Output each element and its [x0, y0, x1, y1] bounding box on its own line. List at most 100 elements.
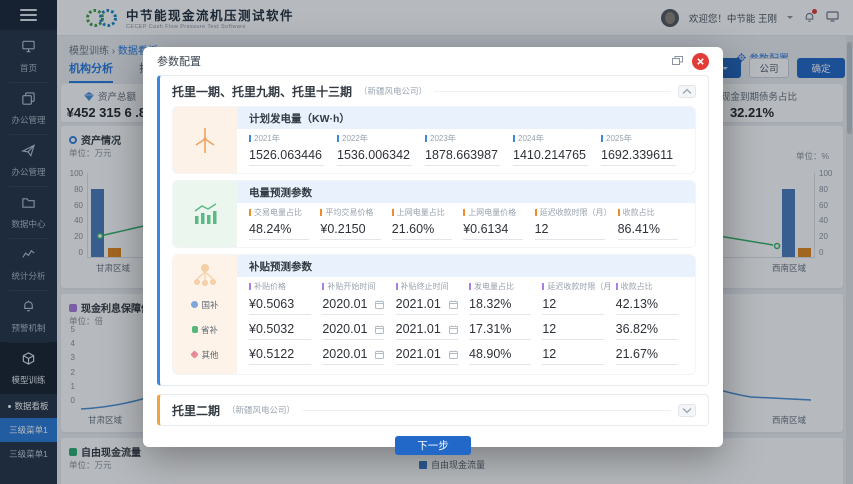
- field-value-input[interactable]: 18.32%: [469, 295, 531, 315]
- param-field: 收款占比 86.41%: [618, 207, 683, 240]
- field-label: 上网电量占比: [397, 207, 445, 218]
- divider: [434, 91, 671, 92]
- field-value-input[interactable]: ¥0.2150: [320, 220, 380, 240]
- field-value-input[interactable]: 1410.214765: [513, 146, 588, 166]
- column-header: 补贴终止时间: [401, 281, 449, 292]
- restore-icon: [672, 56, 683, 65]
- param-field: 2025年 1692.339611: [601, 133, 683, 166]
- project-section-2: 托里二期 （新疆风电公司）: [157, 394, 709, 426]
- date-picker-input[interactable]: 2021.01: [396, 295, 458, 315]
- subsidy-row-label-national: 国补: [191, 292, 218, 317]
- field-value-input[interactable]: 21.67%: [616, 345, 678, 365]
- field-value-input[interactable]: 86.41%: [618, 220, 678, 240]
- column-header: 补贴价格: [254, 281, 286, 292]
- chevron-up-icon: [682, 88, 692, 95]
- green-chart-icon: [192, 202, 218, 226]
- calendar-icon[interactable]: [449, 300, 458, 309]
- calendar-icon[interactable]: [375, 350, 384, 359]
- date-picker-input[interactable]: 2020.01: [322, 345, 384, 365]
- subsidy-row: ¥0.5032 2020.01 2021.01 17.31% 12 36.82%: [249, 317, 683, 342]
- date-picker-input[interactable]: 2021.01: [396, 345, 458, 365]
- field-value-input[interactable]: 12: [542, 295, 604, 315]
- field-label: 2023年: [430, 133, 456, 144]
- field-value-input[interactable]: 17.31%: [469, 320, 531, 340]
- date-picker-input[interactable]: 2020.01: [322, 295, 384, 315]
- column-header: 发电量占比: [474, 281, 514, 292]
- subsidy-row-label-provincial: 省补: [192, 317, 218, 342]
- divider: [302, 410, 671, 411]
- panel-title: 补贴预测参数: [237, 255, 695, 277]
- project-section-1: 托里一期、托里九期、托里十三期 （新疆风电公司） 计划发电量（KW·h） 202…: [157, 75, 709, 386]
- param-field: 2022年 1536.006342: [337, 133, 419, 166]
- restore-window-button[interactable]: [672, 52, 683, 70]
- collapse-button[interactable]: [678, 85, 696, 98]
- date-value: 2021.01: [396, 322, 441, 336]
- field-value-input[interactable]: 48.90%: [469, 345, 531, 365]
- field-value-input[interactable]: 1692.339611: [601, 146, 676, 166]
- plan-generation-panel: 计划发电量（KW·h） 2021年 1526.063446 2022年 1536…: [172, 106, 696, 174]
- calendar-icon[interactable]: [375, 325, 384, 334]
- section-title: 托里一期、托里九期、托里十三期: [172, 83, 352, 100]
- provincial-subsidy-icon: [192, 326, 198, 333]
- field-value-input[interactable]: 12: [542, 345, 604, 365]
- field-value-input[interactable]: 1878.663987: [425, 146, 500, 166]
- field-value-input[interactable]: ¥0.5063: [249, 295, 311, 315]
- date-picker-input[interactable]: 2021.01: [396, 320, 458, 340]
- field-label: 交易电量占比: [254, 207, 302, 218]
- calendar-icon[interactable]: [449, 350, 458, 359]
- date-picker-input[interactable]: 2020.01: [322, 320, 384, 340]
- field-value-input[interactable]: 48.24%: [249, 220, 309, 240]
- expand-button[interactable]: [678, 404, 696, 417]
- field-value-input[interactable]: ¥0.5122: [249, 345, 311, 365]
- power-forecast-panel: 电量预测参数 交易电量占比 48.24% 平均交易价格 ¥0.2150 上网电量…: [172, 180, 696, 248]
- close-icon: [697, 58, 704, 65]
- calendar-icon[interactable]: [375, 300, 384, 309]
- field-label: 上网电量价格: [468, 207, 516, 218]
- field-label: 平均交易价格: [325, 207, 373, 218]
- param-field: 上网电量价格 ¥0.6134: [463, 207, 528, 240]
- field-value-input[interactable]: 21.60%: [392, 220, 452, 240]
- close-button[interactable]: [692, 53, 709, 70]
- field-label: 2022年: [342, 133, 368, 144]
- field-value-input[interactable]: 36.82%: [616, 320, 678, 340]
- subsidy-row: ¥0.5063 2020.01 2021.01 18.32% 12 42.13%: [249, 292, 683, 317]
- param-field: 平均交易价格 ¥0.2150: [320, 207, 385, 240]
- chevron-down-icon: [682, 407, 692, 414]
- national-subsidy-icon: [191, 301, 198, 308]
- column-header: 补贴开始时间: [327, 281, 375, 292]
- column-header: 收款占比: [621, 281, 653, 292]
- param-field: 2021年 1526.063446: [249, 133, 331, 166]
- subsidy-tree-icon: [192, 262, 218, 289]
- param-field: 延迟收款时限（月） 12: [535, 207, 612, 240]
- field-value-input[interactable]: 1536.006342: [337, 146, 412, 166]
- section-title: 托里二期: [172, 402, 220, 419]
- column-header: 延迟收款时限（月）: [547, 281, 609, 292]
- section-subtitle: （新疆风电公司）: [359, 85, 427, 97]
- row-label-text: 国补: [201, 299, 218, 311]
- modal-header: 参数配置: [157, 47, 709, 75]
- date-value: 2021.01: [396, 347, 441, 361]
- field-value-input[interactable]: ¥0.6134: [463, 220, 523, 240]
- modal-title: 参数配置: [157, 53, 201, 69]
- param-config-modal: 参数配置 托里一期、托里九期、托里十三期 （新疆风电公司） 计划发: [143, 47, 723, 447]
- field-value-input[interactable]: 1526.063446: [249, 146, 324, 166]
- row-label-text: 省补: [201, 324, 218, 336]
- row-label-text: 其他: [201, 349, 218, 361]
- date-value: 2020.01: [322, 322, 367, 336]
- subsidy-forecast-panel: 国补 省补 其他 补贴预测参数 补贴价格 补贴开始时间 补贴终止时间 发电量占比…: [172, 254, 696, 375]
- date-value: 2021.01: [396, 297, 441, 311]
- field-value-input[interactable]: 12: [542, 320, 604, 340]
- next-step-button[interactable]: 下一步: [395, 436, 471, 455]
- field-value-input[interactable]: ¥0.5032: [249, 320, 311, 340]
- field-label: 2025年: [606, 133, 632, 144]
- param-field: 2023年 1878.663987: [425, 133, 507, 166]
- date-value: 2020.01: [322, 297, 367, 311]
- param-field: 2024年 1410.214765: [513, 133, 595, 166]
- calendar-icon[interactable]: [449, 325, 458, 334]
- wind-turbine-icon: [192, 125, 218, 155]
- subsidy-row: ¥0.5122 2020.01 2021.01 48.90% 12 21.67%: [249, 342, 683, 367]
- subsidy-row-label-other: 其他: [191, 342, 218, 367]
- field-value-input[interactable]: 12: [535, 220, 606, 240]
- param-field: 交易电量占比 48.24%: [249, 207, 314, 240]
- field-value-input[interactable]: 42.13%: [616, 295, 678, 315]
